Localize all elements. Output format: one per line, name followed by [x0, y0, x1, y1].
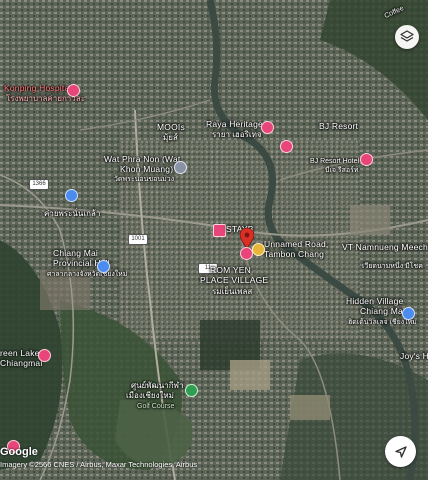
- sports-center-thai-label-2: เมืองเชียงใหม่: [126, 391, 174, 400]
- green-lake-chiangmai-label: Chiangmai: [0, 358, 43, 368]
- konping-hospital-label[interactable]: Konping Hospital: [4, 84, 71, 93]
- golf-course-label: Golf Course: [137, 403, 175, 410]
- road-shield-1001: 1001: [128, 234, 148, 245]
- raya-heritage-label[interactable]: Raya Heritage: [206, 120, 263, 129]
- hidden-village-chiang-mai-label: Chiang Mai: [360, 306, 405, 316]
- wat-phra-non-thai-label: วัดพระนอนขอนม่วง: [114, 176, 175, 183]
- place-pin-icon[interactable]: [65, 189, 78, 202]
- star-pin-icon[interactable]: [252, 243, 265, 256]
- bj-resort-thai-label: บีเจ รีสอร์ท: [325, 167, 359, 174]
- rom-yen-label[interactable]: ROM YEN: [210, 266, 251, 275]
- layers-button[interactable]: [395, 25, 419, 49]
- thai-place-label[interactable]: ค่ายพระนั่นเกล้า: [44, 209, 100, 218]
- green-lake-label[interactable]: reen Lake: [0, 349, 40, 358]
- sports-center-thai-label[interactable]: ศูนย์พัฒนากีฬา: [131, 381, 184, 390]
- satellite-map[interactable]: [0, 0, 428, 480]
- unnamed-road-label[interactable]: Unnamed Road,: [264, 240, 329, 249]
- hospital-pin-icon[interactable]: [67, 84, 80, 97]
- hotel-pin-icon[interactable]: [213, 224, 226, 237]
- layers-icon: [400, 30, 414, 42]
- moois-label[interactable]: MOOIs: [157, 123, 185, 132]
- hotel-pin-icon[interactable]: [38, 349, 51, 362]
- temple-pin-icon[interactable]: [174, 161, 187, 174]
- google-logo: Google: [0, 446, 38, 458]
- joys-label[interactable]: Joy's H: [400, 352, 428, 361]
- bj-resort-label[interactable]: BJ Resort: [319, 122, 358, 131]
- raya-heritage-thai-label: รายา เฮอริเทจ: [212, 130, 262, 139]
- hotel-pin-icon[interactable]: [261, 121, 274, 134]
- vt-namnueng-label[interactable]: VT Namnueng Meechok: [342, 243, 428, 252]
- wat-phra-non-label-2: Khon Muang): [120, 164, 174, 174]
- provincial-hall-thai-label: ศาลากลางจังหวัดเชียงใหม่: [47, 271, 128, 278]
- chiang-mai-provincial-hall-label[interactable]: Chiang Mai: [53, 249, 98, 258]
- golf-pin-icon[interactable]: [185, 384, 198, 397]
- my-location-button[interactable]: [385, 436, 416, 467]
- place-pin-icon[interactable]: [402, 307, 415, 320]
- hotel-pin-icon[interactable]: [280, 140, 293, 153]
- wat-phra-non-label[interactable]: Wat Phra Non (Wat: [104, 155, 180, 164]
- location-pin-icon: [239, 227, 255, 249]
- rom-yen-thai-label: รมเย็นเพลส: [212, 287, 253, 296]
- road-shield-1366: 1366: [29, 179, 49, 190]
- hotel-pin-icon[interactable]: [360, 153, 373, 166]
- tambon-chang-label: Tambon Chang: [264, 249, 325, 259]
- bj-resort-hotel-label: BJ Resort Hotel: [310, 158, 360, 165]
- imagery-attribution: Imagery ©2566 CNES / Airbus, Maxar Techn…: [0, 460, 198, 469]
- government-pin-icon[interactable]: [97, 260, 110, 273]
- place-village-label: PLACE VILLAGE: [200, 275, 269, 285]
- vt-namnueng-thai-label: เวียดนามหนึ่ง มีโชค: [362, 263, 423, 270]
- navigation-arrow-icon: [394, 445, 407, 458]
- hidden-village-label[interactable]: Hidden Village: [346, 297, 403, 306]
- moois-thai-label: มุ้ยส์: [163, 133, 178, 142]
